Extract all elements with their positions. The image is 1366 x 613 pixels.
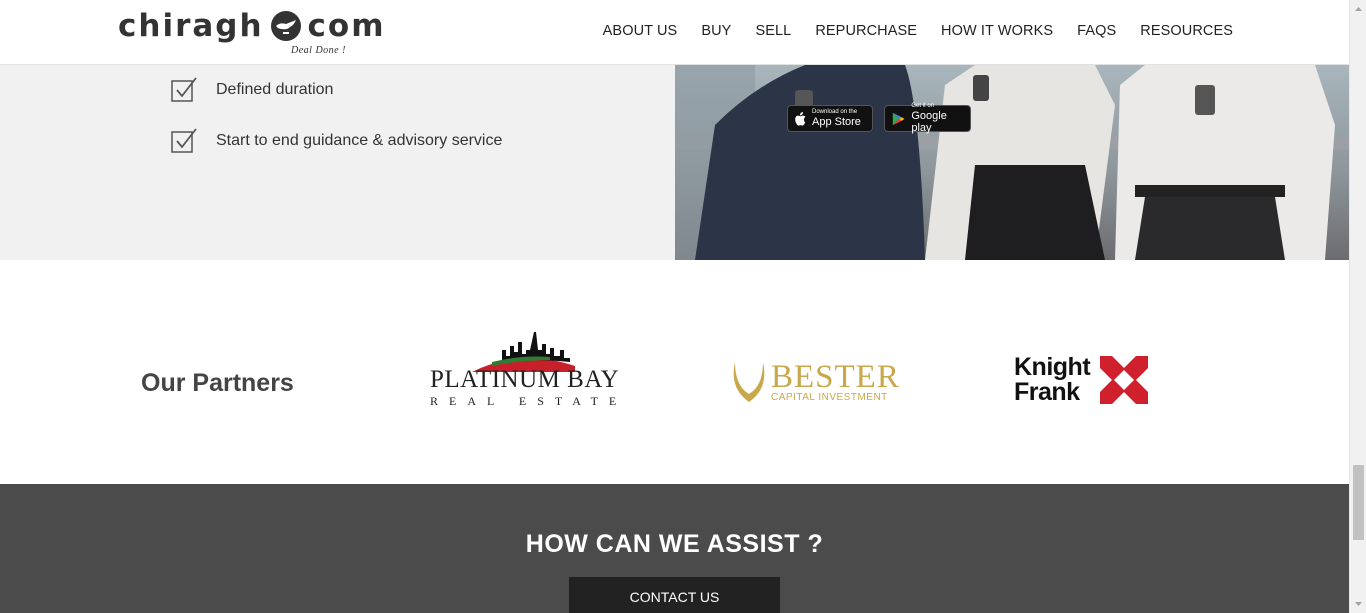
- main-nav: ABOUT US BUY SELL REPURCHASE HOW IT WORK…: [603, 23, 1233, 39]
- platinum-bay-name: PLATINUM BAY: [430, 366, 620, 393]
- feature-label: Start to end guidance & advisory service: [216, 132, 503, 149]
- knight-frank-logo[interactable]: Knight Frank: [1014, 353, 1149, 406]
- app-store-small: Download on the: [812, 109, 858, 115]
- contact-us-button[interactable]: CONTACT US: [569, 577, 780, 613]
- site-logo[interactable]: chiragh com Deal Done !: [118, 8, 386, 58]
- knight-frank-mark-icon: [1100, 356, 1149, 404]
- scrollbar-thumb[interactable]: [1353, 465, 1364, 540]
- features-panel: Defined duration Start to end guidance &…: [0, 65, 675, 260]
- google-play-icon: [892, 112, 905, 125]
- nav-sell[interactable]: SELL: [755, 23, 791, 39]
- app-store-big: App Store: [812, 116, 861, 128]
- scroll-down-icon[interactable]: [1350, 597, 1366, 611]
- bester-logo[interactable]: BESTER CAPITAL INVESTMENT: [729, 358, 900, 406]
- checkbox-icon: [171, 77, 197, 102]
- lamp-icon: [270, 11, 301, 41]
- logo-text-left: chiragh: [118, 8, 264, 44]
- kf-line2: Frank: [1014, 378, 1080, 406]
- assist-section: HOW CAN WE ASSIST ? CONTACT US: [0, 484, 1349, 613]
- google-play-big: Google play: [911, 110, 947, 134]
- nav-how-it-works[interactable]: HOW IT WORKS: [941, 23, 1053, 39]
- logo-tagline: Deal Done !: [291, 45, 346, 56]
- logo-text-right: com: [307, 8, 386, 44]
- nav-buy[interactable]: BUY: [701, 23, 731, 39]
- platinum-bay-logo[interactable]: PLATINUM BAY REAL ESTATE: [430, 330, 640, 409]
- nav-faqs[interactable]: FAQS: [1077, 23, 1116, 39]
- feature-label: Defined duration: [216, 81, 334, 98]
- google-play-small: Get it on: [911, 103, 935, 109]
- site-header: chiragh com Deal Done ! ABOUT US BUY SEL…: [0, 0, 1349, 65]
- feature-item: Defined duration: [170, 76, 333, 104]
- apple-icon: [795, 111, 806, 126]
- feature-item: Start to end guidance & advisory service: [170, 127, 502, 155]
- bester-sub: CAPITAL INVESTMENT: [771, 391, 888, 403]
- knight-frank-text: Knight Frank: [1014, 353, 1091, 406]
- page-scrollbar[interactable]: [1349, 0, 1366, 613]
- google-play-button[interactable]: Get it on Google play: [884, 103, 971, 134]
- business-people-image: [675, 65, 1349, 260]
- kf-line1: Knight: [1014, 353, 1091, 381]
- partners-title: Our Partners: [141, 369, 294, 397]
- app-store-button[interactable]: Download on the App Store: [787, 105, 873, 132]
- platinum-bay-sub: REAL ESTATE: [430, 394, 628, 408]
- hero-photo: Download on the App Store Get it on Goog…: [675, 65, 1349, 260]
- scroll-up-icon[interactable]: [1350, 2, 1366, 16]
- nav-repurchase[interactable]: REPURCHASE: [815, 23, 917, 39]
- nav-resources[interactable]: RESOURCES: [1140, 23, 1233, 39]
- bester-name: BESTER: [771, 358, 900, 395]
- assist-title: HOW CAN WE ASSIST ?: [525, 530, 824, 558]
- checkbox-icon: [171, 128, 197, 153]
- bester-emblem-icon: [733, 362, 765, 402]
- nav-about-us[interactable]: ABOUT US: [603, 23, 678, 39]
